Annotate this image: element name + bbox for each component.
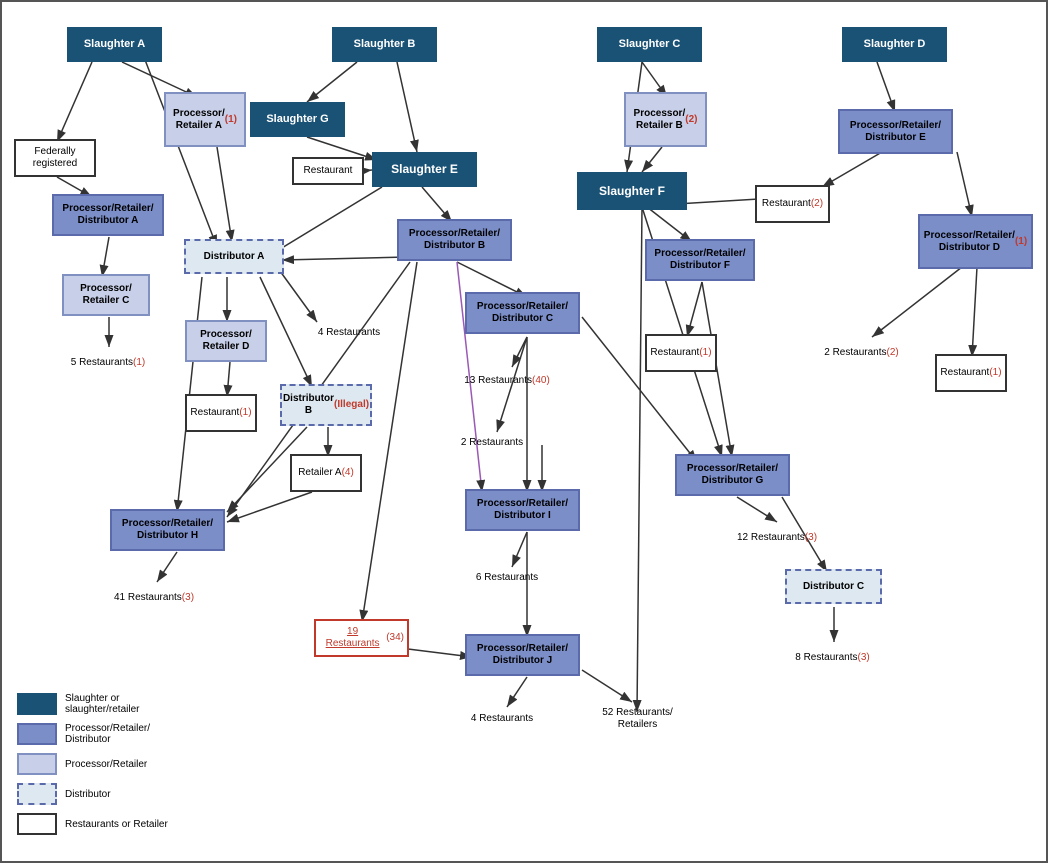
slaughter-a-node: Slaughter A [67,27,162,62]
proc-ret-dist-e-node: Processor/Retailer/Distributor E [838,109,953,154]
2-rest-d-node: 2 Restaurants(2) [814,334,909,372]
5-rest-node: 5 Restaurants(1) [64,344,152,382]
proc-ret-dist-j-node: Processor/Retailer/Distributor J [465,634,580,676]
41-rest-node: 41 Restaurants(3) [104,579,204,617]
proc-ret-a-node: Processor/Retailer A(1) [164,92,246,147]
slaughter-d-node: Slaughter D [842,27,947,62]
legend-slaughter-label: Slaughter orslaughter/retailer [65,693,139,715]
fed-registered-node: Federallyregistered [14,139,96,177]
slaughter-b-node: Slaughter B [332,27,437,62]
legend-slaughter: Slaughter orslaughter/retailer [17,693,187,715]
2-rest-node: 2 Restaurants [442,429,542,457]
legend-proc-ret-dist-box [17,723,57,745]
legend-proc-ret-label: Processor/Retailer [65,759,147,770]
proc-ret-d-node: Processor/Retailer D [185,320,267,362]
restaurant-2-node: Restaurant(2) [755,185,830,223]
proc-ret-dist-d1-node: Processor/Retailer/Distributor D(1) [918,214,1033,269]
restaurant-1-d-node: Restaurant(1) [935,354,1007,392]
legend-restaurant-box [17,813,57,835]
dist-a-node: Distributor A [184,239,284,274]
legend-distributor-label: Distributor [65,789,111,800]
proc-ret-dist-f-node: Processor/Retailer/Distributor F [645,239,755,281]
restaurant-near-g-node: Restaurant [292,157,364,185]
legend: Slaughter orslaughter/retailer Processor… [17,693,187,843]
legend-restaurant: Restaurants or Retailer [17,813,187,835]
dist-b-illegal-node: Distributor B(Illegal) [280,384,372,426]
legend-proc-ret-dist-label: Processor/Retailer/Distributor [65,723,150,745]
6-rest-node: 6 Restaurants [457,564,557,592]
legend-restaurant-label: Restaurants or Retailer [65,819,168,830]
legend-proc-ret-dist: Processor/Retailer/Distributor [17,723,187,745]
proc-ret-dist-a-node: Processor/Retailer/Distributor A [52,194,164,236]
proc-ret-dist-g-node: Processor/Retailer/Distributor G [675,454,790,496]
slaughter-c-node: Slaughter C [597,27,702,62]
13-rest-node: 13 Restaurants(40) [457,362,557,400]
4-rest-node: 4 Restaurants [305,319,393,347]
retailer-a4-node: Retailer A(4) [290,454,362,492]
restaurant-1-e-node: Restaurant(1) [185,394,257,432]
legend-proc-ret-box [17,753,57,775]
4-rest-j-node: 4 Restaurants [452,705,552,733]
legend-distributor: Distributor [17,783,187,805]
proc-ret-dist-c-node: Processor/Retailer/Distributor C [465,292,580,334]
legend-distributor-box [17,783,57,805]
proc-ret-c-node: Processor/Retailer C [62,274,150,316]
proc-ret-b2-node: Processor/Retailer B(2) [624,92,707,147]
12-rest-node: 12 Restaurants(3) [727,519,827,557]
proc-ret-dist-b-node: Processor/Retailer/Distributor B [397,219,512,261]
52-rest-node: 52 Restaurants/Retailers [585,700,690,738]
proc-ret-dist-h-node: Processor/Retailer/Distributor H [110,509,225,551]
slaughter-g-node: Slaughter G [250,102,345,137]
19-rest-node: 19 Restaurants(34) [314,619,409,657]
dist-c-node: Distributor C [785,569,882,604]
legend-slaughter-box [17,693,57,715]
slaughter-f-node: Slaughter F [577,172,687,210]
8-rest-node: 8 Restaurants(3) [785,639,880,677]
diagram-page: Slaughter A Slaughter B Slaughter C Slau… [0,0,1048,863]
legend-proc-ret: Processor/Retailer [17,753,187,775]
proc-ret-dist-i-node: Processor/Retailer/Distributor I [465,489,580,531]
slaughter-e-node: Slaughter E [372,152,477,187]
restaurant-1-f-node: Restaurant(1) [645,334,717,372]
